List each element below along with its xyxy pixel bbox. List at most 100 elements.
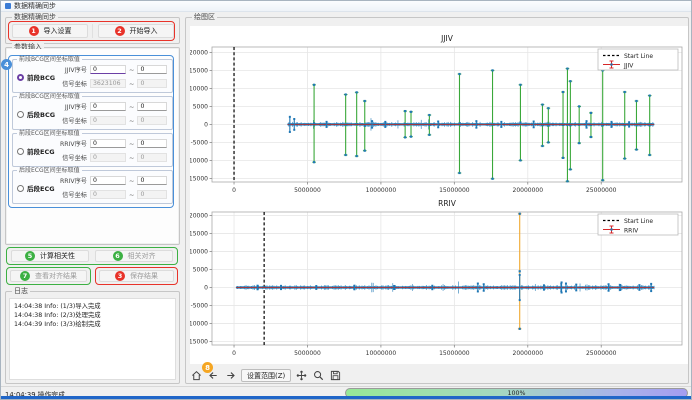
param-row-label: 信号坐标 — [55, 116, 87, 125]
plot-groupbox-label: 绘图区 — [192, 13, 217, 21]
ecg-front-coord-start-input[interactable] — [90, 153, 126, 162]
bcg-front-index-end-input[interactable] — [137, 65, 167, 74]
badge-2: 2 — [115, 26, 125, 36]
radio-label: 后段BCG — [27, 109, 55, 119]
action-button-label: 相关对齐 — [128, 251, 156, 261]
param-row: JJIV序号~ — [55, 64, 170, 75]
svg-text:0: 0 — [232, 350, 236, 357]
param-row-label: 信号坐标 — [55, 79, 87, 88]
tilde-separator: ~ — [129, 140, 134, 148]
radio-circle[interactable] — [17, 148, 24, 155]
start-import-label: 开始导入 — [130, 26, 158, 36]
action-button-label: 保存结果 — [130, 271, 158, 281]
action-button-label: 查看对齐结果 — [35, 271, 77, 281]
bcg-rear-index-end-input[interactable] — [137, 102, 167, 111]
param-row: JJIV序号 ~ — [55, 101, 170, 112]
ecg-rear-index-start-input[interactable] — [90, 176, 126, 185]
param-section-ecg-rear: 后段ECG区间坐标取值后段ECGRRIV序号~信号坐标~ — [12, 170, 173, 204]
param-row-label: RRIV序号 — [55, 176, 87, 185]
ecg-rear-coord-start-input[interactable] — [90, 190, 126, 199]
ecg-front-index-end-input[interactable] — [137, 139, 167, 148]
radio-ecg-rear[interactable]: 后段ECG — [17, 183, 55, 193]
log-textarea[interactable]: 14:04:38 Info: (1/3)导入完成14:04:38 Info: (… — [9, 298, 176, 380]
bcg-front-coord-end-input[interactable] — [137, 79, 167, 88]
start-import-button[interactable]: 2 开始导入 — [98, 24, 174, 38]
tilde-separator: ~ — [129, 80, 134, 88]
svg-text:5000: 5000 — [193, 103, 208, 110]
param-section-ecg-front: 前段ECG区间坐标取值前段ECGRRIV序号~信号坐标~ — [12, 133, 173, 167]
svg-text:5000000: 5000000 — [294, 350, 321, 357]
param-section-title: 前段ECG区间坐标取值 — [17, 130, 82, 137]
radio-circle[interactable] — [17, 74, 24, 81]
plot-groupbox: 绘图区 050000001000000015000000200000002500… — [185, 17, 689, 384]
param-row-label: JJIV序号 — [55, 102, 87, 111]
param-row: 信号坐标~ — [55, 115, 170, 126]
param-section-title: 后段BCG区间坐标取值 — [17, 93, 82, 100]
set-range-label: 设置范围(Z) — [247, 371, 285, 381]
param-section-bcg-rear: 后段BCG区间坐标取值后段BCGJJIV序号 ~ 信号坐标~ — [12, 96, 173, 130]
tilde-separator: ~ — [129, 154, 134, 162]
tilde-separator: ~ — [129, 191, 134, 199]
ecg-front-index-start-input[interactable] — [90, 139, 126, 148]
param-row: 信号坐标 ~ — [55, 78, 170, 89]
badge-5: 5 — [25, 251, 35, 261]
ecg-rear-index-end-input[interactable] — [137, 176, 167, 185]
zoom-icon[interactable] — [312, 369, 325, 382]
save-icon[interactable] — [329, 369, 342, 382]
log-groupbox-label: 日志 — [12, 287, 30, 295]
taskbar-edge — [1, 396, 691, 399]
svg-text:RRIV: RRIV — [438, 199, 457, 208]
radio-bcg-front[interactable]: 前段BCG — [17, 72, 55, 82]
svg-text:RRIV: RRIV — [624, 228, 639, 235]
radio-label: 前段BCG — [27, 72, 55, 82]
param-section-title: 后段ECG区间坐标取值 — [17, 167, 82, 174]
save-result-button[interactable]: 3 保存结果 — [99, 270, 174, 282]
param-row-label: 信号坐标 — [55, 153, 87, 162]
svg-text:-15000: -15000 — [190, 175, 208, 182]
window-title: 数据精确同步 — [14, 1, 56, 11]
set-range-button[interactable]: 设置范围(Z) — [241, 369, 291, 382]
radio-circle[interactable] — [17, 111, 24, 118]
bcg-front-index-start-input[interactable] — [90, 65, 126, 74]
svg-text:10000000: 10000000 — [366, 187, 397, 194]
svg-text:20000: 20000 — [190, 213, 208, 220]
log-line: 14:04:38 Info: (2/3)处理完成 — [14, 311, 171, 320]
tilde-separator: ~ — [129, 103, 134, 111]
badge-3: 3 — [115, 271, 125, 281]
bcg-front-coord-start-input[interactable] — [90, 79, 126, 88]
import-settings-button[interactable]: 1 导入设置 — [12, 24, 88, 38]
action-button-label: 计算相关性 — [40, 251, 75, 261]
bcg-rear-index-start-input[interactable] — [90, 102, 126, 111]
svg-text:15000000: 15000000 — [439, 350, 470, 357]
param-section-bcg-front: 前段BCG区间坐标取值前段BCGJJIV序号~信号坐标~ — [12, 59, 173, 93]
badge-6: 6 — [113, 251, 123, 261]
calc-correlation-button[interactable]: 5 计算相关性 — [11, 250, 89, 262]
svg-text:Start Line: Start Line — [624, 53, 653, 60]
annotation-rect-save: 3 保存结果 — [95, 267, 178, 285]
figure-canvas[interactable]: 0 5000000 10000000 15000000 20000000 25000000… — [190, 26, 688, 364]
import-settings-label: 导入设置 — [44, 26, 72, 36]
view-align-result-button[interactable]: 7查看对齐结果 — [10, 270, 87, 282]
svg-text:JJIV: JJIV — [440, 34, 454, 43]
forward-icon[interactable] — [224, 369, 237, 382]
correlation-align-button[interactable]: 6 相关对齐 — [95, 250, 173, 262]
svg-text:0: 0 — [204, 121, 208, 128]
svg-text:20000: 20000 — [190, 49, 208, 56]
params-groupbox: 参数输入 前段BCG区间坐标取值前段BCGJJIV序号~信号坐标~后段BCG区间… — [5, 47, 180, 245]
annotation-rect-correlation: 5 计算相关性 6 相关对齐 — [6, 247, 178, 265]
svg-text:25000000: 25000000 — [586, 350, 617, 357]
bcg-rear-coord-start-input[interactable] — [90, 116, 126, 125]
tilde-separator: ~ — [129, 177, 134, 185]
bcg-rear-coord-end-input[interactable] — [137, 116, 167, 125]
ecg-rear-coord-end-input[interactable] — [137, 190, 167, 199]
radio-circle[interactable] — [17, 185, 24, 192]
home-icon[interactable] — [190, 369, 203, 382]
pan-icon[interactable] — [295, 369, 308, 382]
radio-bcg-rear[interactable]: 后段BCG — [17, 109, 55, 119]
badge-4: 4 — [1, 59, 12, 70]
ecg-front-coord-end-input[interactable] — [137, 153, 167, 162]
svg-text:20000000: 20000000 — [513, 187, 544, 194]
svg-text:Start Line: Start Line — [624, 218, 653, 225]
log-line: 14:04:39 Info: (3/3)绘制完成 — [14, 320, 171, 329]
radio-ecg-front[interactable]: 前段ECG — [17, 146, 55, 156]
